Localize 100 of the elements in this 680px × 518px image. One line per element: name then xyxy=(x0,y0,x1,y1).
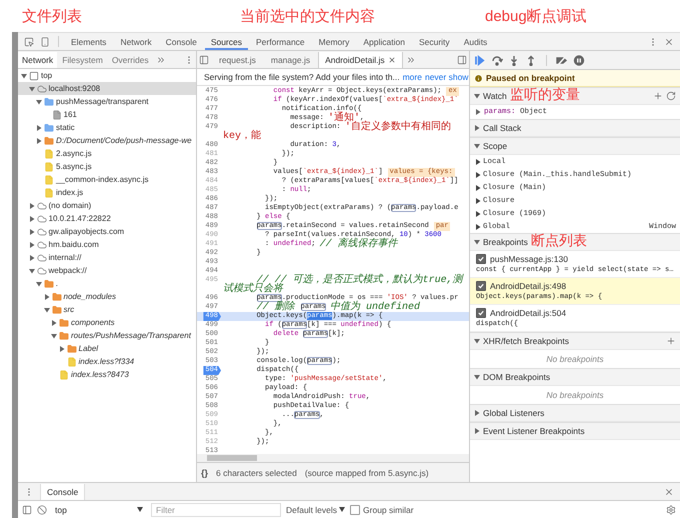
add-icon[interactable] xyxy=(653,91,663,101)
tree-item[interactable]: components xyxy=(18,316,196,329)
panel-tab[interactable]: Performance xyxy=(250,33,311,50)
group-similar-checkbox[interactable] xyxy=(350,504,360,514)
tree-item[interactable]: 10.0.21.47:22822 xyxy=(18,212,196,225)
device-icon[interactable] xyxy=(40,36,50,46)
section-toggle[interactable]: Watch xyxy=(474,91,507,101)
levels-dropdown[interactable]: Default levels xyxy=(286,504,346,514)
navigator-tab[interactable]: Filesystem xyxy=(58,52,107,68)
expand-arrow-icon[interactable] xyxy=(475,210,481,216)
tree-item[interactable]: pushMessage/transparent xyxy=(18,95,196,108)
expand-arrow-icon[interactable] xyxy=(474,125,480,131)
file-tab[interactable]: manage.js xyxy=(264,52,318,68)
tree-item[interactable]: 161 xyxy=(18,108,196,121)
expand-arrow-icon[interactable] xyxy=(58,346,64,352)
section-toggle[interactable]: Event Listener Breakpoints xyxy=(474,426,585,436)
resume-icon[interactable] xyxy=(474,54,486,66)
expand-arrow-icon[interactable] xyxy=(51,332,57,338)
section-toggle[interactable]: Breakpoints xyxy=(474,237,528,247)
tree-item[interactable]: webpack:// xyxy=(18,264,196,277)
add-icon[interactable] xyxy=(666,336,676,346)
panel-tab[interactable]: Elements xyxy=(65,33,112,50)
sidebar-icon[interactable] xyxy=(22,504,32,514)
expand-arrow-icon[interactable] xyxy=(474,374,480,380)
panel-tab[interactable]: Security xyxy=(412,33,456,50)
tree-item[interactable]: hm.baidu.com xyxy=(18,238,196,251)
tree-item[interactable]: internal:// xyxy=(18,251,196,264)
step-over-icon[interactable] xyxy=(491,54,503,66)
info-link[interactable]: never show xyxy=(424,72,468,82)
tree-item[interactable]: index.less?f334 xyxy=(18,355,196,368)
tree-item[interactable]: src xyxy=(18,303,196,316)
expand-arrow-icon[interactable] xyxy=(28,86,34,92)
expand-arrow-icon[interactable] xyxy=(474,93,480,99)
expand-arrow-icon[interactable] xyxy=(44,294,50,300)
horizontal-scrollbar[interactable] xyxy=(197,454,469,462)
expand-arrow-icon[interactable] xyxy=(475,184,481,190)
tree-item[interactable]: routes/PushMessage/Transparent xyxy=(18,329,196,342)
section-toggle[interactable]: Call Stack xyxy=(474,123,522,133)
expand-arrow-icon[interactable] xyxy=(36,98,42,104)
panel-tab[interactable]: Sources xyxy=(204,33,248,50)
file-tab[interactable]: AndroidDetail.js xyxy=(318,52,403,68)
expand-arrow-icon[interactable] xyxy=(474,410,480,416)
section-toggle[interactable]: XHR/fetch Breakpoints xyxy=(474,336,569,346)
tree-item[interactable]: 2.async.js xyxy=(18,147,196,160)
deactivate-breakpoints-icon[interactable] xyxy=(556,54,568,66)
expand-arrow-icon[interactable] xyxy=(28,228,34,234)
tree-item[interactable]: 5.async.js xyxy=(18,160,196,173)
expand-arrow-icon[interactable] xyxy=(474,143,480,149)
drawer-tab[interactable]: Console xyxy=(40,484,86,500)
expand-arrow-icon[interactable] xyxy=(21,72,27,78)
expand-arrow-icon[interactable] xyxy=(475,158,481,164)
inspect-icon[interactable] xyxy=(24,36,34,46)
refresh-icon[interactable] xyxy=(666,91,676,101)
tree-item[interactable]: D:/Document/Code/push-message-we xyxy=(18,134,196,147)
expand-arrow-icon[interactable] xyxy=(475,172,481,178)
clear-console-icon[interactable] xyxy=(37,504,47,514)
section-toggle[interactable]: Scope xyxy=(474,141,508,151)
toggle-navigator-icon[interactable] xyxy=(199,54,209,64)
tree-item[interactable]: node_modules xyxy=(18,290,196,303)
settings-icon[interactable] xyxy=(666,504,676,514)
expand-arrow-icon[interactable] xyxy=(474,239,480,245)
section-toggle[interactable]: Global Listeners xyxy=(474,408,544,418)
expand-arrow-icon[interactable] xyxy=(474,428,480,434)
context-select[interactable]: top xyxy=(52,504,146,514)
expand-arrow-icon[interactable] xyxy=(51,320,57,326)
expand-arrow-icon[interactable] xyxy=(36,280,42,286)
breakpoint-checkbox[interactable] xyxy=(476,281,486,291)
expand-arrow-icon[interactable] xyxy=(28,254,34,260)
panel-tab[interactable]: Audits xyxy=(458,33,494,50)
more-tabs-icon[interactable] xyxy=(406,54,416,64)
tree-item[interactable]: Label xyxy=(18,342,196,355)
step-into-icon[interactable] xyxy=(508,54,520,66)
navigator-tab[interactable]: Network xyxy=(18,52,58,68)
expand-arrow-icon[interactable] xyxy=(28,268,34,274)
more-tabs-icon[interactable] xyxy=(156,54,166,64)
tree-item[interactable]: localhost:9208 xyxy=(18,82,196,95)
tree-item[interactable]: __common-index.async.js xyxy=(18,173,196,186)
navigator-tab[interactable]: Overrides xyxy=(108,52,153,68)
breakpoint-checkbox[interactable] xyxy=(476,254,486,264)
expand-arrow-icon[interactable] xyxy=(28,202,34,208)
panel-tab[interactable]: Application xyxy=(357,33,411,50)
panel-tab[interactable]: Memory xyxy=(312,33,356,50)
close-icon[interactable] xyxy=(664,36,674,46)
breakpoint-checkbox[interactable] xyxy=(476,308,486,318)
tree-item[interactable]: top xyxy=(18,69,196,82)
expand-arrow-icon[interactable] xyxy=(36,138,42,144)
toggle-debugger-icon[interactable] xyxy=(457,54,467,64)
expand-arrow-icon[interactable] xyxy=(475,109,481,115)
close-icon[interactable] xyxy=(388,56,396,64)
tree-item[interactable]: (no domain) xyxy=(18,199,196,212)
tree-item[interactable]: index.js xyxy=(18,186,196,199)
tree-item[interactable]: gw.alipayobjects.com xyxy=(18,225,196,238)
expand-arrow-icon[interactable] xyxy=(28,242,34,248)
expand-arrow-icon[interactable] xyxy=(44,306,50,312)
tree-item[interactable]: . xyxy=(18,277,196,290)
expand-arrow-icon[interactable] xyxy=(28,216,34,222)
expand-arrow-icon[interactable] xyxy=(475,224,481,230)
panel-tab[interactable]: Console xyxy=(160,33,203,50)
close-icon[interactable] xyxy=(664,486,674,496)
file-tab[interactable]: request.js xyxy=(212,52,263,68)
